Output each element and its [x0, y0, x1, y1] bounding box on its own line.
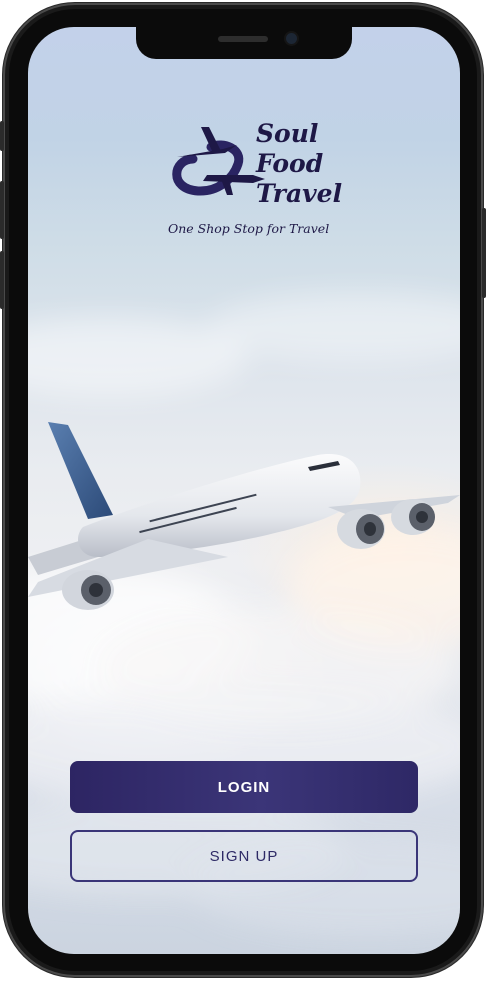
silent-switch: [0, 121, 4, 151]
airplane-illustration: [28, 422, 460, 610]
device-notch: [136, 27, 352, 59]
login-button-label: LOGIN: [217, 778, 271, 796]
brand-name: Soul Food Travel: [256, 119, 342, 209]
brand-line-soul: Soul: [256, 119, 319, 148]
brand-line-food: Food: [256, 149, 324, 178]
brand-line-travel: Travel: [256, 179, 343, 208]
signup-button-label: SIGN UP: [209, 847, 279, 865]
front-camera-icon: [286, 33, 297, 44]
login-button[interactable]: LOGIN: [70, 761, 418, 813]
brand-tagline: One Shop Stop for Travel: [168, 221, 330, 236]
power-button: [482, 208, 486, 298]
signup-button[interactable]: SIGN UP: [70, 830, 418, 882]
app-screen: Soul Food Travel One Shop Stop for Trave…: [28, 27, 460, 954]
speaker-grille: [218, 36, 268, 42]
volume-down-button: [0, 251, 4, 309]
volume-up-button: [0, 181, 4, 239]
